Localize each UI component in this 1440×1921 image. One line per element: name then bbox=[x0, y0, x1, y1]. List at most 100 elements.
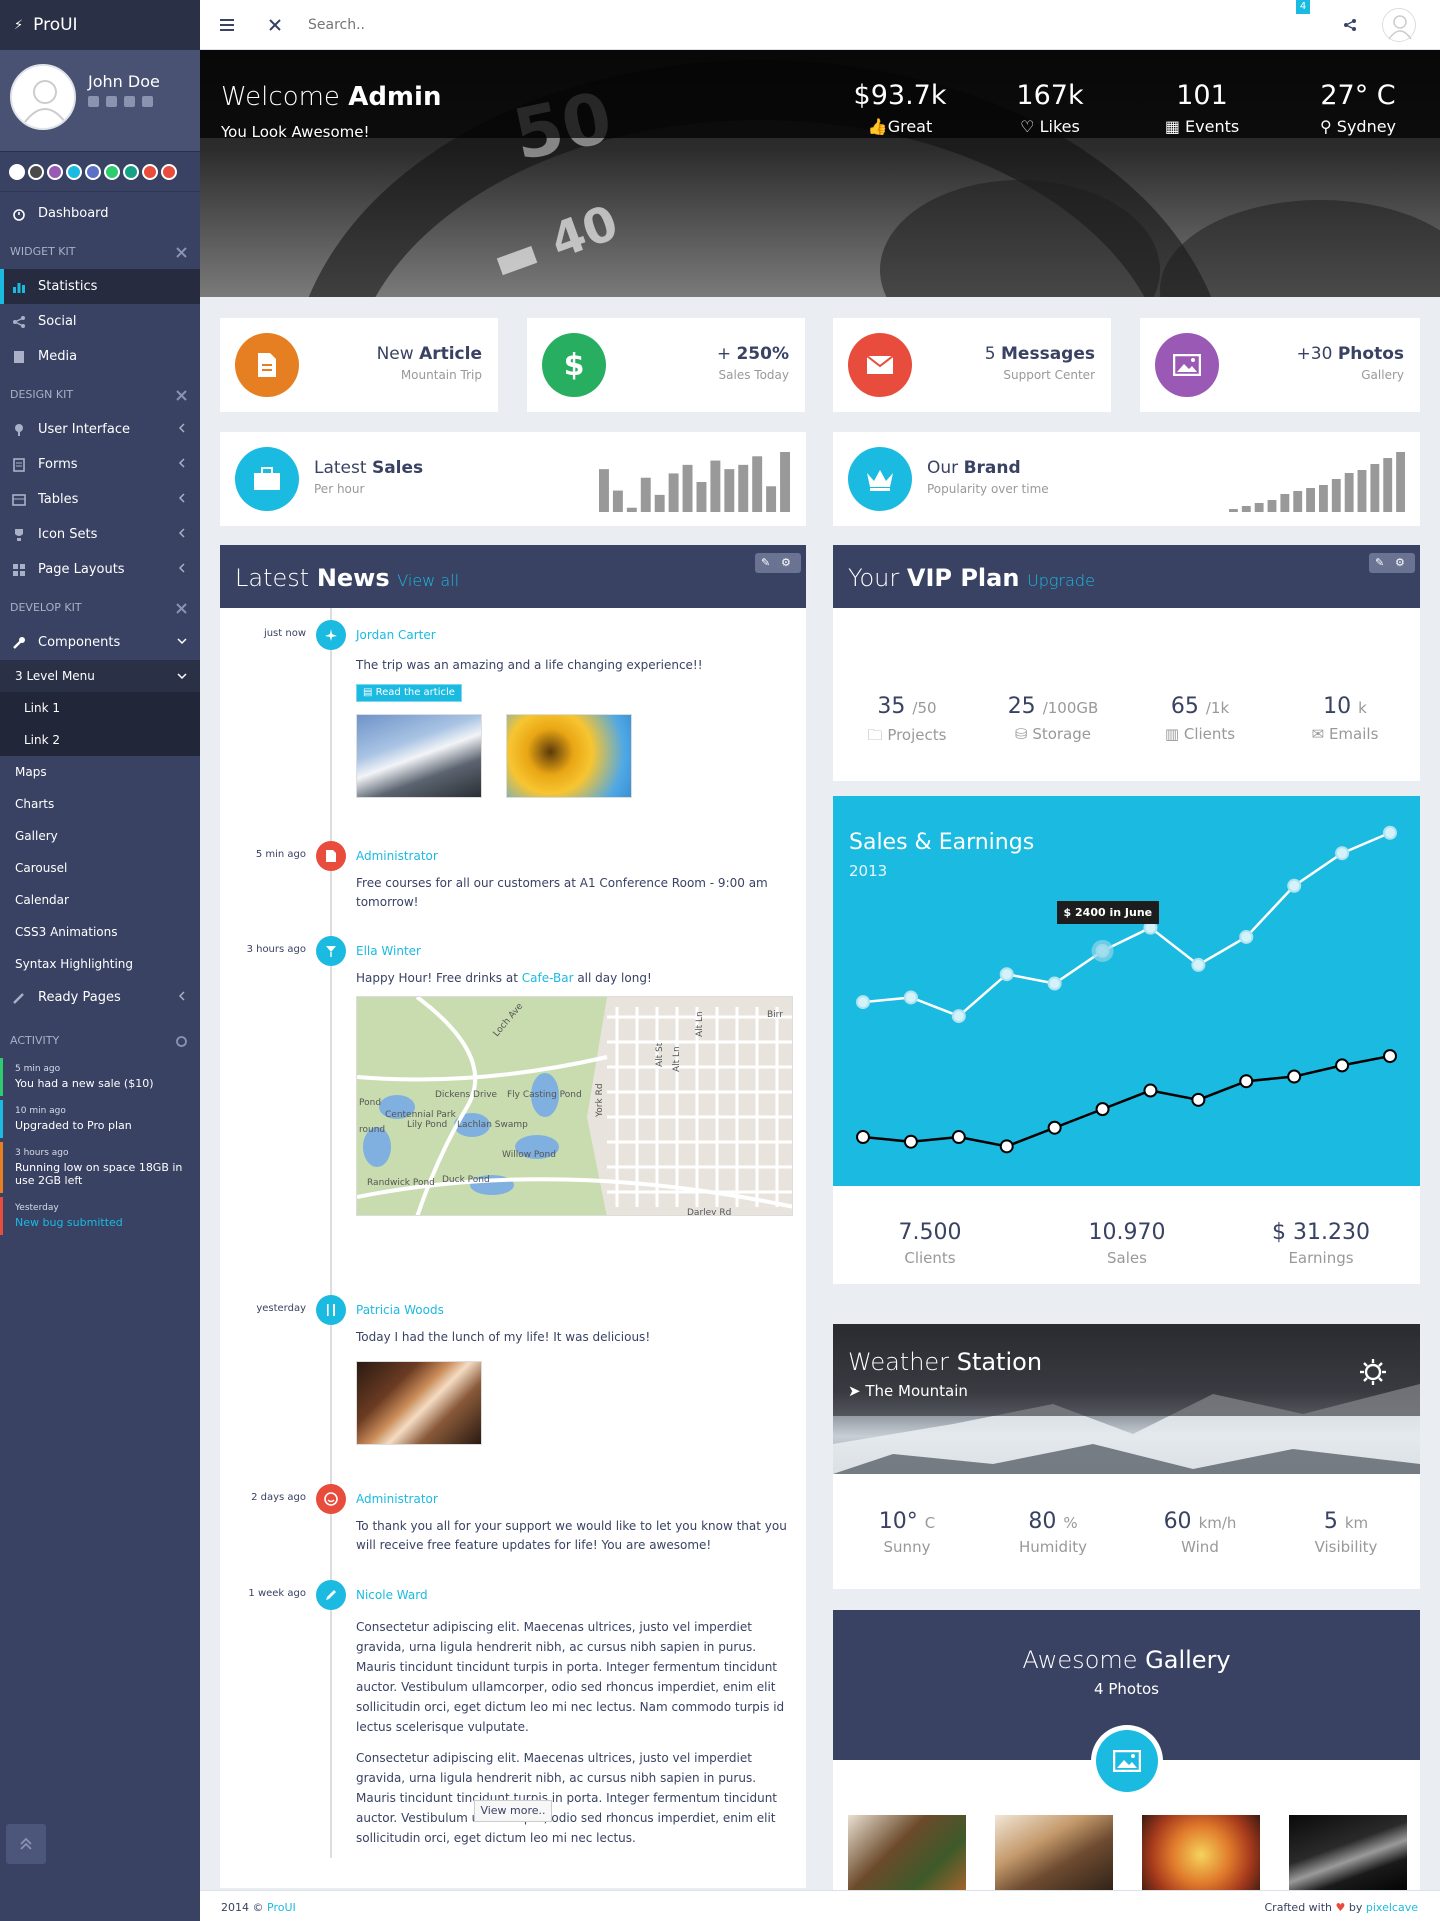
widget-latest-sales[interactable]: Latest Sales Per hour bbox=[220, 432, 806, 526]
read-article-button[interactable]: ▤ Read the article bbox=[356, 684, 462, 702]
gear-icon[interactable]: ⚙ bbox=[781, 556, 791, 569]
settings-button[interactable] bbox=[265, 15, 285, 35]
view-all-link[interactable]: View all bbox=[397, 571, 459, 590]
brand[interactable]: ⚡ ProUI bbox=[0, 0, 200, 50]
vip-stat-label: Clients bbox=[1183, 725, 1236, 743]
widget-new-article[interactable]: New Article Mountain Trip bbox=[220, 318, 498, 412]
envelope-icon[interactable] bbox=[106, 96, 117, 107]
sidebar-item-ready-pages[interactable]: Ready Pages bbox=[0, 980, 200, 1015]
sidebar-item-charts[interactable]: Charts bbox=[0, 788, 200, 820]
sidebar-label: Calendar bbox=[15, 893, 69, 907]
sidebar-item-forms[interactable]: Forms bbox=[0, 447, 200, 482]
sparkline-bar bbox=[752, 456, 763, 512]
hero-stat: $93.7k 👍Great bbox=[830, 80, 970, 136]
timeline-author[interactable]: Administrator bbox=[356, 849, 438, 863]
activity-time: 10 min ago bbox=[15, 1106, 66, 1116]
timeline-author[interactable]: Patricia Woods bbox=[356, 1303, 444, 1317]
mountain-photo[interactable] bbox=[356, 714, 482, 798]
scroll-top-button[interactable] bbox=[6, 1824, 46, 1864]
sidebar-item-dashboard[interactable]: Dashboard bbox=[0, 196, 200, 231]
sidebar-item-social[interactable]: Social bbox=[0, 304, 200, 339]
theme-color-swatch[interactable] bbox=[104, 163, 120, 180]
theme-color-swatch[interactable] bbox=[66, 163, 82, 180]
view-more-button[interactable]: View more.. bbox=[474, 1800, 552, 1822]
pencil-icon[interactable]: ✎ bbox=[1375, 556, 1384, 569]
theme-color-swatch[interactable] bbox=[28, 163, 44, 180]
share-button[interactable] bbox=[1340, 15, 1360, 35]
gallery-photo[interactable] bbox=[1142, 1815, 1260, 1895]
footer-author-link[interactable]: pixelcave bbox=[1366, 1901, 1418, 1914]
sidebar-item-tables[interactable]: Tables bbox=[0, 482, 200, 517]
activity-item[interactable]: 5 min ago You had a new sale ($10) bbox=[0, 1058, 200, 1096]
widget-messages[interactable]: 5 Messages Support Center bbox=[833, 318, 1111, 412]
activity-item[interactable]: 3 hours ago Running low on space 18GB in … bbox=[0, 1142, 200, 1193]
theme-color-swatch[interactable] bbox=[47, 163, 63, 180]
theme-color-swatch[interactable] bbox=[142, 163, 158, 180]
timeline-author[interactable]: Administrator bbox=[356, 1492, 438, 1506]
upgrade-link[interactable]: Upgrade bbox=[1027, 571, 1095, 590]
gear-icon[interactable] bbox=[124, 96, 135, 107]
timeline-author[interactable]: Ella Winter bbox=[356, 944, 421, 958]
user-silhouette-icon bbox=[1388, 15, 1412, 40]
sparkline-bar bbox=[1254, 503, 1264, 512]
sidebar-item-icon-sets[interactable]: Icon Sets bbox=[0, 517, 200, 552]
menu-toggle-button[interactable] bbox=[217, 15, 237, 35]
cocktail-icon bbox=[316, 936, 346, 966]
tools-icon[interactable] bbox=[175, 602, 188, 615]
gear-icon[interactable]: ⚙ bbox=[1395, 556, 1405, 569]
sidebar-item-statistics[interactable]: Statistics bbox=[0, 269, 200, 304]
location-map[interactable]: Loch AveDickens DriveCentennial ParkLily… bbox=[356, 996, 793, 1216]
pencil-icon[interactable]: ✎ bbox=[761, 556, 770, 569]
sparkline-bar bbox=[1241, 506, 1251, 512]
gallery-photo[interactable] bbox=[995, 1815, 1113, 1895]
gallery-icon-button[interactable] bbox=[1096, 1730, 1158, 1792]
widget-photos[interactable]: +30 Photos Gallery bbox=[1140, 318, 1420, 412]
sidebar-label: CSS3 Animations bbox=[15, 925, 118, 939]
tools-icon[interactable] bbox=[175, 246, 188, 259]
sidebar-item-link-1[interactable]: Link 1 bbox=[0, 692, 200, 724]
lunch-photo[interactable] bbox=[356, 1361, 482, 1445]
chart-point bbox=[1047, 1120, 1062, 1135]
sidebar-item-3-level-menu[interactable]: 3 Level Menu bbox=[0, 660, 200, 692]
sidebar-item-syntax-highlighting[interactable]: Syntax Highlighting bbox=[0, 948, 200, 980]
timeline-author[interactable]: Nicole Ward bbox=[356, 1588, 428, 1602]
widget-our-brand[interactable]: Our Brand Popularity over time bbox=[833, 432, 1420, 526]
activity-item[interactable]: 10 min ago Upgraded to Pro plan bbox=[0, 1100, 200, 1138]
activity-item[interactable]: Yesterday New bug submitted bbox=[0, 1197, 200, 1235]
sidebar-item-page-layouts[interactable]: Page Layouts bbox=[0, 552, 200, 587]
chevron-down-icon bbox=[177, 673, 187, 680]
footer-brand-link[interactable]: ProUI bbox=[267, 1901, 296, 1914]
tile-lead: New bbox=[376, 344, 414, 364]
gallery-photo[interactable] bbox=[848, 1815, 966, 1895]
sidebar-item-media[interactable]: Media bbox=[0, 339, 200, 374]
gallery-photo[interactable] bbox=[1289, 1815, 1407, 1895]
timeline-author[interactable]: Jordan Carter bbox=[356, 628, 436, 642]
widget-sales-today[interactable]: $ + 250% Sales Today bbox=[527, 318, 805, 412]
sidebar-item-gallery[interactable]: Gallery bbox=[0, 820, 200, 852]
double-chevron-up-icon bbox=[20, 1837, 32, 1850]
sidebar-item-calendar[interactable]: Calendar bbox=[0, 884, 200, 916]
sidebar-item-user-interface[interactable]: User Interface bbox=[0, 412, 200, 447]
search-input[interactable] bbox=[308, 17, 608, 33]
sunflower-photo[interactable] bbox=[506, 714, 632, 798]
sidebar-item-components[interactable]: Components bbox=[0, 625, 200, 660]
theme-color-swatch[interactable] bbox=[123, 163, 139, 180]
sales-line-chart[interactable] bbox=[833, 796, 1420, 1186]
chart-point bbox=[1383, 825, 1397, 840]
sidebar-item-carousel[interactable]: Carousel bbox=[0, 852, 200, 884]
sidebar-item-link-2[interactable]: Link 2 bbox=[0, 724, 200, 756]
refresh-icon[interactable] bbox=[175, 1035, 188, 1048]
sidebar-item-css3-animations[interactable]: CSS3 Animations bbox=[0, 916, 200, 948]
theme-color-swatch[interactable] bbox=[9, 163, 25, 180]
theme-color-swatch[interactable] bbox=[85, 163, 101, 180]
theme-color-swatch[interactable] bbox=[161, 163, 177, 180]
tools-icon[interactable] bbox=[175, 389, 188, 402]
chart-point bbox=[1047, 976, 1062, 991]
logout-icon[interactable] bbox=[142, 96, 153, 107]
cafe-bar-link[interactable]: Cafe-Bar bbox=[522, 971, 574, 985]
user-menu-avatar[interactable] bbox=[1382, 8, 1416, 42]
user-icon[interactable] bbox=[88, 96, 99, 107]
avatar[interactable] bbox=[10, 64, 76, 130]
chart-series-line bbox=[862, 1054, 1391, 1148]
sidebar-item-maps[interactable]: Maps bbox=[0, 756, 200, 788]
